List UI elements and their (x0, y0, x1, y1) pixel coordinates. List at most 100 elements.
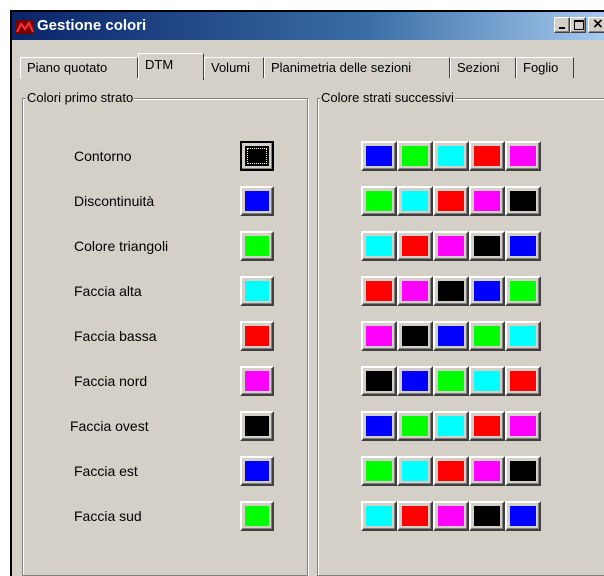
next-layer-color-button[interactable] (469, 186, 505, 216)
first-layer-color-button[interactable] (240, 276, 274, 306)
first-layer-color-button[interactable] (240, 231, 274, 261)
tab-volumi[interactable]: Volumi (204, 57, 264, 78)
tab-foglio[interactable]: Foglio (516, 57, 574, 78)
first-layer-label: Discontinuità (74, 193, 155, 209)
next-layer-color-button[interactable] (433, 186, 469, 216)
tab-dtm[interactable]: DTM (138, 53, 204, 80)
color-swatch (402, 236, 428, 256)
first-layer-color-button[interactable] (240, 366, 274, 396)
color-swatch (474, 416, 500, 436)
next-layer-color-button[interactable] (469, 501, 505, 531)
next-layer-color-button[interactable] (397, 366, 433, 396)
next-layer-color-button[interactable] (469, 456, 505, 486)
maximize-button[interactable] (570, 17, 586, 33)
color-swatch (474, 191, 500, 211)
next-layer-color-button[interactable] (469, 276, 505, 306)
first-layer-label: Faccia alta (74, 283, 142, 299)
next-layer-color-button[interactable] (361, 276, 397, 306)
color-swatch (438, 281, 464, 301)
window-title: Gestione colori (37, 17, 147, 34)
next-layer-color-button[interactable] (433, 501, 469, 531)
next-layer-color-button[interactable] (469, 141, 505, 171)
next-layer-color-button[interactable] (397, 141, 433, 171)
next-layer-color-button[interactable] (433, 276, 469, 306)
first-layer-label: Faccia est (74, 463, 138, 479)
color-swatch (366, 506, 392, 526)
color-swatch (510, 191, 536, 211)
next-layer-color-button[interactable] (397, 231, 433, 261)
color-swatch (245, 236, 269, 256)
color-swatch (366, 191, 392, 211)
next-layer-color-button[interactable] (361, 186, 397, 216)
tab-planimetria-delle-sezioni[interactable]: Planimetria delle sezioni (264, 57, 450, 78)
color-swatch (438, 506, 464, 526)
next-layer-color-button[interactable] (505, 411, 541, 441)
next-layer-color-button[interactable] (469, 231, 505, 261)
color-swatch (438, 416, 464, 436)
next-layers-title: Colore strati successivi (320, 90, 455, 105)
next-layer-color-button[interactable] (397, 456, 433, 486)
next-layer-color-button[interactable] (505, 141, 541, 171)
color-swatch (245, 506, 269, 526)
first-layer-label: Contorno (74, 148, 132, 164)
next-layer-color-button[interactable] (433, 456, 469, 486)
first-layer-color-button[interactable] (240, 456, 274, 486)
next-layer-color-button[interactable] (397, 276, 433, 306)
first-layer-label: Colore triangoli (74, 238, 169, 254)
next-layer-color-button[interactable] (361, 411, 397, 441)
next-layer-color-button[interactable] (505, 456, 541, 486)
first-layer-color-button[interactable] (240, 186, 274, 216)
color-swatch (402, 461, 428, 481)
color-swatch (402, 416, 428, 436)
first-layer-color-button[interactable] (240, 321, 274, 351)
next-layer-color-button[interactable] (397, 411, 433, 441)
color-swatch (474, 371, 500, 391)
next-layer-color-button[interactable] (505, 321, 541, 351)
color-swatch (438, 146, 464, 166)
next-layer-color-button[interactable] (433, 141, 469, 171)
color-swatch (366, 326, 392, 346)
next-layer-color-button[interactable] (505, 186, 541, 216)
next-layer-color-button[interactable] (397, 186, 433, 216)
next-layer-color-button[interactable] (361, 366, 397, 396)
close-button[interactable]: × (588, 16, 604, 33)
next-layer-color-button[interactable] (433, 366, 469, 396)
first-layer-label: Faccia bassa (74, 328, 157, 344)
minimize-button[interactable] (554, 17, 570, 33)
next-layer-color-button[interactable] (469, 366, 505, 396)
next-layer-color-button[interactable] (361, 141, 397, 171)
next-layer-color-button[interactable] (361, 231, 397, 261)
next-layer-color-button[interactable] (433, 411, 469, 441)
first-layer-color-button[interactable] (240, 141, 274, 171)
color-swatch (245, 371, 269, 391)
next-layer-color-button[interactable] (397, 501, 433, 531)
color-swatch (510, 236, 536, 256)
color-swatch (402, 281, 428, 301)
next-layer-color-button[interactable] (505, 231, 541, 261)
next-layer-color-button[interactable] (469, 321, 505, 351)
color-swatch (402, 506, 428, 526)
next-layer-color-button[interactable] (361, 321, 397, 351)
next-layer-color-button[interactable] (505, 276, 541, 306)
first-layer-color-button[interactable] (240, 501, 274, 531)
color-swatch (245, 326, 269, 346)
first-layer-color-button[interactable] (240, 411, 274, 441)
color-swatch (366, 416, 392, 436)
color-swatch (402, 371, 428, 391)
next-layer-color-button[interactable] (505, 501, 541, 531)
next-layer-color-button[interactable] (361, 456, 397, 486)
tab-piano-quotato[interactable]: Piano quotato (20, 57, 138, 78)
next-layer-color-button[interactable] (361, 501, 397, 531)
next-layer-color-button[interactable] (433, 321, 469, 351)
next-layer-color-button[interactable] (433, 231, 469, 261)
app-icon (16, 20, 34, 34)
tab-sezioni[interactable]: Sezioni (450, 57, 516, 78)
first-layer-label: Faccia ovest (70, 418, 149, 434)
next-layer-color-button[interactable] (469, 411, 505, 441)
color-swatch (402, 326, 428, 346)
next-layer-color-button[interactable] (505, 366, 541, 396)
first-layer-title: Colori primo strato (26, 90, 135, 105)
title-bar[interactable]: Gestione colori × (12, 12, 604, 40)
next-layer-color-button[interactable] (397, 321, 433, 351)
color-swatch (366, 371, 392, 391)
